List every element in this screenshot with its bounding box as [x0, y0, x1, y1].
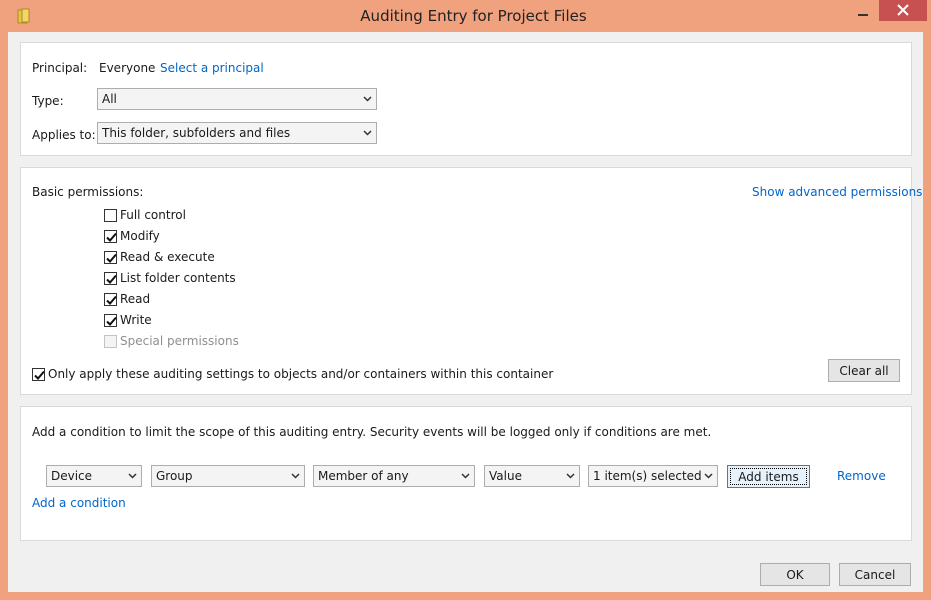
- applies-to-select[interactable]: This folder, subfolders and files: [97, 122, 377, 144]
- show-advanced-permissions-link[interactable]: Show advanced permissions: [752, 185, 922, 199]
- checkmark-icon: [106, 274, 117, 284]
- permission-label: Read & execute: [120, 250, 215, 264]
- permission-label: List folder contents: [120, 271, 236, 285]
- permission-label: Modify: [120, 229, 160, 243]
- basic-permissions-heading: Basic permissions:: [32, 185, 144, 199]
- permission-checkbox: [104, 335, 117, 348]
- permission-checkbox[interactable]: [104, 314, 117, 327]
- operator-value: Member of any: [318, 469, 409, 483]
- attribute-value: Group: [156, 469, 193, 483]
- applies-to-select-value: This folder, subfolders and files: [102, 126, 291, 140]
- dialog-window: Auditing Entry for Project Files Princip…: [0, 0, 931, 600]
- permissions-panel: Basic permissions: Show advanced permiss…: [20, 167, 922, 395]
- permission-checkbox[interactable]: [104, 272, 117, 285]
- title-bar: Auditing Entry for Project Files: [8, 0, 931, 32]
- permission-checkbox[interactable]: [104, 251, 117, 264]
- ok-button[interactable]: OK: [760, 563, 830, 586]
- chevron-down-icon: [704, 473, 713, 479]
- close-icon: [897, 4, 909, 16]
- permission-checkbox[interactable]: [104, 293, 117, 306]
- permission-label: Special permissions: [120, 334, 239, 348]
- principal-label: Principal:: [32, 61, 88, 75]
- checkmark-icon: [106, 232, 117, 242]
- cancel-label: Cancel: [854, 568, 896, 582]
- remove-condition-link[interactable]: Remove: [837, 469, 886, 483]
- chevron-down-icon: [363, 130, 372, 136]
- chevron-down-icon: [363, 96, 372, 102]
- value-type-select[interactable]: Value: [484, 465, 580, 487]
- checkmark-icon: [106, 316, 117, 326]
- attribute-source-select[interactable]: Device: [46, 465, 142, 487]
- conditions-panel: Add a condition to limit the scope of th…: [20, 406, 912, 541]
- value-type-value: Value: [489, 469, 522, 483]
- checkmark-icon: [106, 253, 117, 263]
- minimize-icon[interactable]: [850, 4, 876, 24]
- condition-description: Add a condition to limit the scope of th…: [32, 425, 712, 439]
- chevron-down-icon: [461, 473, 470, 479]
- chevron-down-icon: [566, 473, 575, 479]
- type-select[interactable]: All: [97, 88, 377, 110]
- ok-label: OK: [786, 568, 804, 582]
- cancel-button[interactable]: Cancel: [839, 563, 911, 586]
- clear-all-button[interactable]: Clear all: [828, 359, 900, 382]
- select-principal-link[interactable]: Select a principal: [160, 61, 264, 75]
- clear-all-label: Clear all: [839, 364, 889, 378]
- checkmark-icon: [34, 370, 45, 380]
- checkmark-icon: [106, 295, 117, 305]
- permission-checkbox[interactable]: [104, 230, 117, 243]
- attribute-source-value: Device: [51, 469, 93, 483]
- permission-label: Full control: [120, 208, 186, 222]
- only-apply-checkbox[interactable]: [32, 368, 45, 381]
- operator-select[interactable]: Member of any: [313, 465, 475, 487]
- chevron-down-icon: [291, 473, 300, 479]
- add-condition-link[interactable]: Add a condition: [32, 496, 126, 510]
- attribute-select[interactable]: Group: [151, 465, 305, 487]
- value-select-value: 1 item(s) selected: [593, 469, 702, 483]
- type-label: Type:: [32, 94, 64, 108]
- only-apply-label: Only apply these auditing settings to ob…: [48, 367, 554, 381]
- applies-to-label: Applies to:: [32, 128, 96, 142]
- permission-label: Read: [120, 292, 151, 306]
- focus-ring: [730, 468, 807, 485]
- principal-panel: Principal: Everyone Select a principal T…: [20, 42, 912, 156]
- add-items-button[interactable]: Add items: [727, 465, 810, 488]
- window-title: Auditing Entry for Project Files: [360, 7, 587, 25]
- close-button[interactable]: [879, 0, 927, 21]
- value-select[interactable]: 1 item(s) selected: [588, 465, 718, 487]
- permission-checkbox[interactable]: [104, 209, 117, 222]
- chevron-down-icon: [128, 473, 137, 479]
- permission-label: Write: [120, 313, 152, 327]
- type-select-value: All: [102, 92, 117, 106]
- principal-value: Everyone: [99, 61, 156, 75]
